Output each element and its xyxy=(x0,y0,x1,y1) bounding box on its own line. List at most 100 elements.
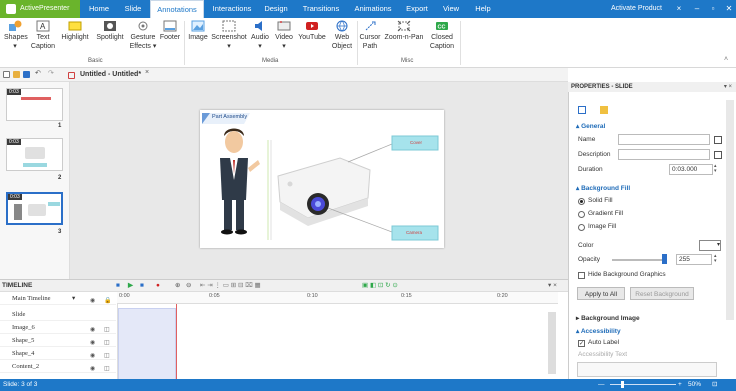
youtube-button[interactable]: YouTube xyxy=(297,20,327,43)
tab-view[interactable]: View xyxy=(436,0,466,18)
zoom-out-button[interactable]: — xyxy=(598,379,605,391)
zoom-n-pan-button[interactable]: Zoom-n-Pan xyxy=(383,20,425,43)
apply-to-all-button[interactable]: Apply to All xyxy=(577,287,625,300)
section-background-fill[interactable]: ▴ Background Fill xyxy=(576,184,630,192)
reset-background-button[interactable]: Reset Background xyxy=(630,287,694,300)
record-icon[interactable]: ● xyxy=(156,280,160,292)
shapes-button[interactable]: Shapes ▾ xyxy=(4,20,28,51)
ruler-tick: 0:00 xyxy=(119,293,130,299)
opacity-label: Opacity xyxy=(578,256,601,263)
timeline-row[interactable]: Shape_5 ◉ ◫ xyxy=(0,334,116,347)
tab-animations[interactable]: Animations xyxy=(348,0,398,18)
zoom-out-icon[interactable]: ⊖ xyxy=(186,280,191,292)
color-picker[interactable]: ▾ xyxy=(699,240,721,251)
timeline-ruler[interactable]: 0:00 0:05 0:10 0:15 0:20 xyxy=(117,292,558,304)
activate-product-link[interactable]: Activate Product xyxy=(611,0,662,18)
text-caption-button[interactable]: A Text Caption xyxy=(30,20,56,51)
eye-icon[interactable]: ◉ xyxy=(90,295,95,308)
timeline-row[interactable]: Shape_4 ◉ ◫ xyxy=(0,347,116,360)
timeline-toolbar-icon[interactable]: ■ xyxy=(116,280,120,292)
panel-close-icon[interactable]: ▾ × xyxy=(724,82,732,92)
timeline-row[interactable]: Content_2 ◉ ◫ xyxy=(0,360,116,373)
save-icon[interactable] xyxy=(23,71,30,78)
slide-properties-icon[interactable] xyxy=(578,106,586,114)
timeline-track-area[interactable] xyxy=(117,304,558,380)
tab-slide[interactable]: Slide xyxy=(118,0,148,18)
fit-to-window-icon[interactable]: ⊡ xyxy=(712,379,717,391)
timeline-close-icon[interactable]: ▾ × xyxy=(548,280,557,292)
opacity-slider-track[interactable] xyxy=(612,259,662,261)
slide-thumbnail[interactable]: 0:03 xyxy=(6,138,63,171)
zoom-in-button[interactable]: + xyxy=(678,379,682,391)
zoom-slider-thumb[interactable] xyxy=(621,381,624,388)
tab-home[interactable]: Home xyxy=(82,0,116,18)
edit-icon[interactable] xyxy=(714,151,722,159)
opacity-spinner[interactable]: ▴ ▾ xyxy=(714,254,717,264)
timeline-extra-icon[interactable]: ▣ ◧ ⊡ ↻ ⊙ xyxy=(362,280,398,292)
document-tab[interactable]: Untitled - Untitled* xyxy=(68,69,141,81)
close-tab-icon[interactable]: × xyxy=(145,69,149,76)
closed-caption-button[interactable]: CC Closed Caption xyxy=(427,20,457,51)
tab-design[interactable]: Design xyxy=(258,0,294,18)
open-folder-icon[interactable] xyxy=(13,71,20,78)
hide-background-checkbox[interactable] xyxy=(578,272,585,279)
highlight-button[interactable]: Highlight xyxy=(60,20,90,43)
edit-icon[interactable] xyxy=(714,136,722,144)
image-button[interactable]: Image xyxy=(187,20,209,43)
tab-interactions[interactable]: Interactions xyxy=(206,0,258,18)
section-accessibility[interactable]: ▴ Accessibility xyxy=(576,327,621,335)
timeline-row[interactable]: Image_6 ◉ ◫ xyxy=(0,321,116,334)
undo-icon[interactable]: ↶ xyxy=(35,69,42,77)
slide-editor[interactable]: Part Assembly Cover Camera xyxy=(200,110,444,248)
footer-button[interactable]: Footer xyxy=(158,20,182,43)
eye-icon[interactable]: ◉ xyxy=(90,363,95,376)
section-general[interactable]: ▴ General xyxy=(576,122,605,130)
new-file-icon[interactable] xyxy=(3,71,10,78)
background-properties-icon[interactable] xyxy=(600,106,608,114)
redo-icon[interactable]: ↷ xyxy=(48,69,55,77)
accessibility-text-field[interactable] xyxy=(577,362,717,377)
highlight-icon xyxy=(68,21,82,31)
screenshot-button[interactable]: Screenshot ▾ xyxy=(211,20,247,51)
slide-duration-block[interactable] xyxy=(118,308,176,380)
gradient-fill-radio[interactable] xyxy=(578,211,585,218)
properties-scrollbar[interactable] xyxy=(726,100,734,320)
slide-thumbnail[interactable]: 0:03 xyxy=(6,88,63,121)
collapse-ribbon-icon[interactable]: ˄ xyxy=(724,56,728,63)
name-field[interactable] xyxy=(618,134,710,145)
zoom-in-icon[interactable]: ⊕ xyxy=(175,280,180,292)
stop-icon[interactable]: ■ xyxy=(140,280,144,292)
opacity-field[interactable]: 255 xyxy=(676,254,712,265)
timeline-tools-icon[interactable]: ⇤ ⇥ ⋮ ▭ ⊞ ⊟ ⌧ ▦ xyxy=(200,280,261,292)
close-icon[interactable]: ✕ xyxy=(720,0,736,18)
cursor-path-button[interactable]: Cursor Path xyxy=(359,20,381,51)
ribbon-toggle-icon[interactable]: × xyxy=(670,0,688,18)
section-background-image[interactable]: ▸ Background Image xyxy=(576,314,640,322)
main-timeline-selector[interactable]: Main Timeline ▾ ◉ 🔒 xyxy=(0,292,116,305)
duration-spinner[interactable]: ▴ ▾ xyxy=(714,164,717,174)
tab-transitions[interactable]: Transitions xyxy=(296,0,346,18)
auto-label-checkbox[interactable]: ✓ xyxy=(578,340,585,347)
video-button[interactable]: Video ▾ xyxy=(273,20,295,51)
unlock-icon[interactable]: ◫ xyxy=(104,363,110,376)
tab-help[interactable]: Help xyxy=(468,0,498,18)
duration-field[interactable]: 0:03.000 xyxy=(669,164,713,175)
web-object-button[interactable]: Web Object xyxy=(329,20,355,51)
spotlight-button[interactable]: Spotlight xyxy=(94,20,126,43)
image-fill-radio[interactable] xyxy=(578,224,585,231)
opacity-slider-thumb[interactable] xyxy=(662,254,667,264)
tab-annotations[interactable]: Annotations xyxy=(150,0,204,18)
timeline-row[interactable]: Slide xyxy=(0,308,116,321)
lock-icon[interactable]: 🔒 xyxy=(104,295,111,308)
description-field[interactable] xyxy=(618,149,710,160)
app-menu-button[interactable]: ActivePresenter xyxy=(0,0,80,18)
audio-button[interactable]: Audio ▾ xyxy=(249,20,271,51)
play-icon[interactable]: ▶ xyxy=(128,280,133,292)
solid-fill-radio[interactable] xyxy=(578,198,585,205)
thumb-projector xyxy=(28,204,46,216)
slide-thumbnail-selected[interactable]: 0:03 xyxy=(6,192,63,225)
gesture-effects-button[interactable]: Gesture Effects ▾ xyxy=(128,20,158,51)
tab-export[interactable]: Export xyxy=(400,0,434,18)
zoom-slider[interactable] xyxy=(610,384,676,385)
timeline-scrollbar[interactable] xyxy=(548,312,556,374)
